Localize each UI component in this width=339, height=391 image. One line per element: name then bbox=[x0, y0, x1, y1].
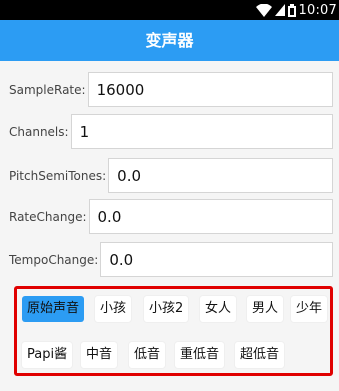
effect-mid-button[interactable]: 中音 bbox=[81, 342, 118, 368]
voice-effects-panel: 原始声音 小孩 小孩2 女人 男人 少年 Papi酱 中音 低音 重低音 超低音 bbox=[14, 286, 333, 376]
rate-change-input[interactable]: 0.0 bbox=[88, 199, 333, 234]
tempo-change-label: TempoChange: bbox=[9, 252, 99, 267]
page-title: 变声器 bbox=[145, 31, 194, 50]
channels-label: Channels: bbox=[9, 124, 69, 139]
tempo-change-input[interactable]: 0.0 bbox=[100, 242, 333, 277]
sample-rate-input[interactable]: 16000 bbox=[87, 72, 333, 107]
battery-icon bbox=[287, 3, 296, 17]
effect-woman-button[interactable]: 女人 bbox=[200, 296, 237, 322]
sample-rate-label: SampleRate: bbox=[9, 82, 86, 97]
channels-input[interactable]: 1 bbox=[70, 114, 333, 149]
effect-bass-button[interactable]: 低音 bbox=[129, 342, 166, 368]
rate-change-row: RateChange: 0.0 bbox=[9, 198, 333, 235]
rate-change-label: RateChange: bbox=[9, 209, 87, 224]
app-bar: 变声器 bbox=[0, 20, 339, 61]
channels-row: Channels: 1 bbox=[9, 113, 333, 150]
clock: 10:07 bbox=[298, 2, 337, 18]
effect-original-button[interactable]: 原始声音 bbox=[22, 296, 85, 322]
pitch-semitones-row: PitchSemiTones: 0.0 bbox=[9, 157, 333, 194]
pitch-semitones-label: PitchSemiTones: bbox=[9, 168, 107, 183]
effect-child-button[interactable]: 小孩 bbox=[95, 296, 132, 322]
effect-youth-button[interactable]: 少年 bbox=[291, 296, 328, 322]
effect-super-bass-button[interactable]: 超低音 bbox=[235, 342, 285, 368]
status-icons: 10:07 bbox=[255, 2, 337, 18]
status-bar: 10:07 bbox=[0, 0, 339, 20]
effect-papi-button[interactable]: Papi酱 bbox=[22, 342, 73, 368]
effect-heavy-bass-button[interactable]: 重低音 bbox=[175, 342, 225, 368]
wifi-icon bbox=[255, 3, 272, 17]
effect-man-button[interactable]: 男人 bbox=[247, 296, 284, 322]
sample-rate-row: SampleRate: 16000 bbox=[9, 71, 333, 108]
tempo-change-row: TempoChange: 0.0 bbox=[9, 241, 333, 278]
pitch-semitones-input[interactable]: 0.0 bbox=[108, 158, 333, 193]
effect-child2-button[interactable]: 小孩2 bbox=[144, 296, 189, 322]
signal-icon bbox=[274, 4, 285, 16]
